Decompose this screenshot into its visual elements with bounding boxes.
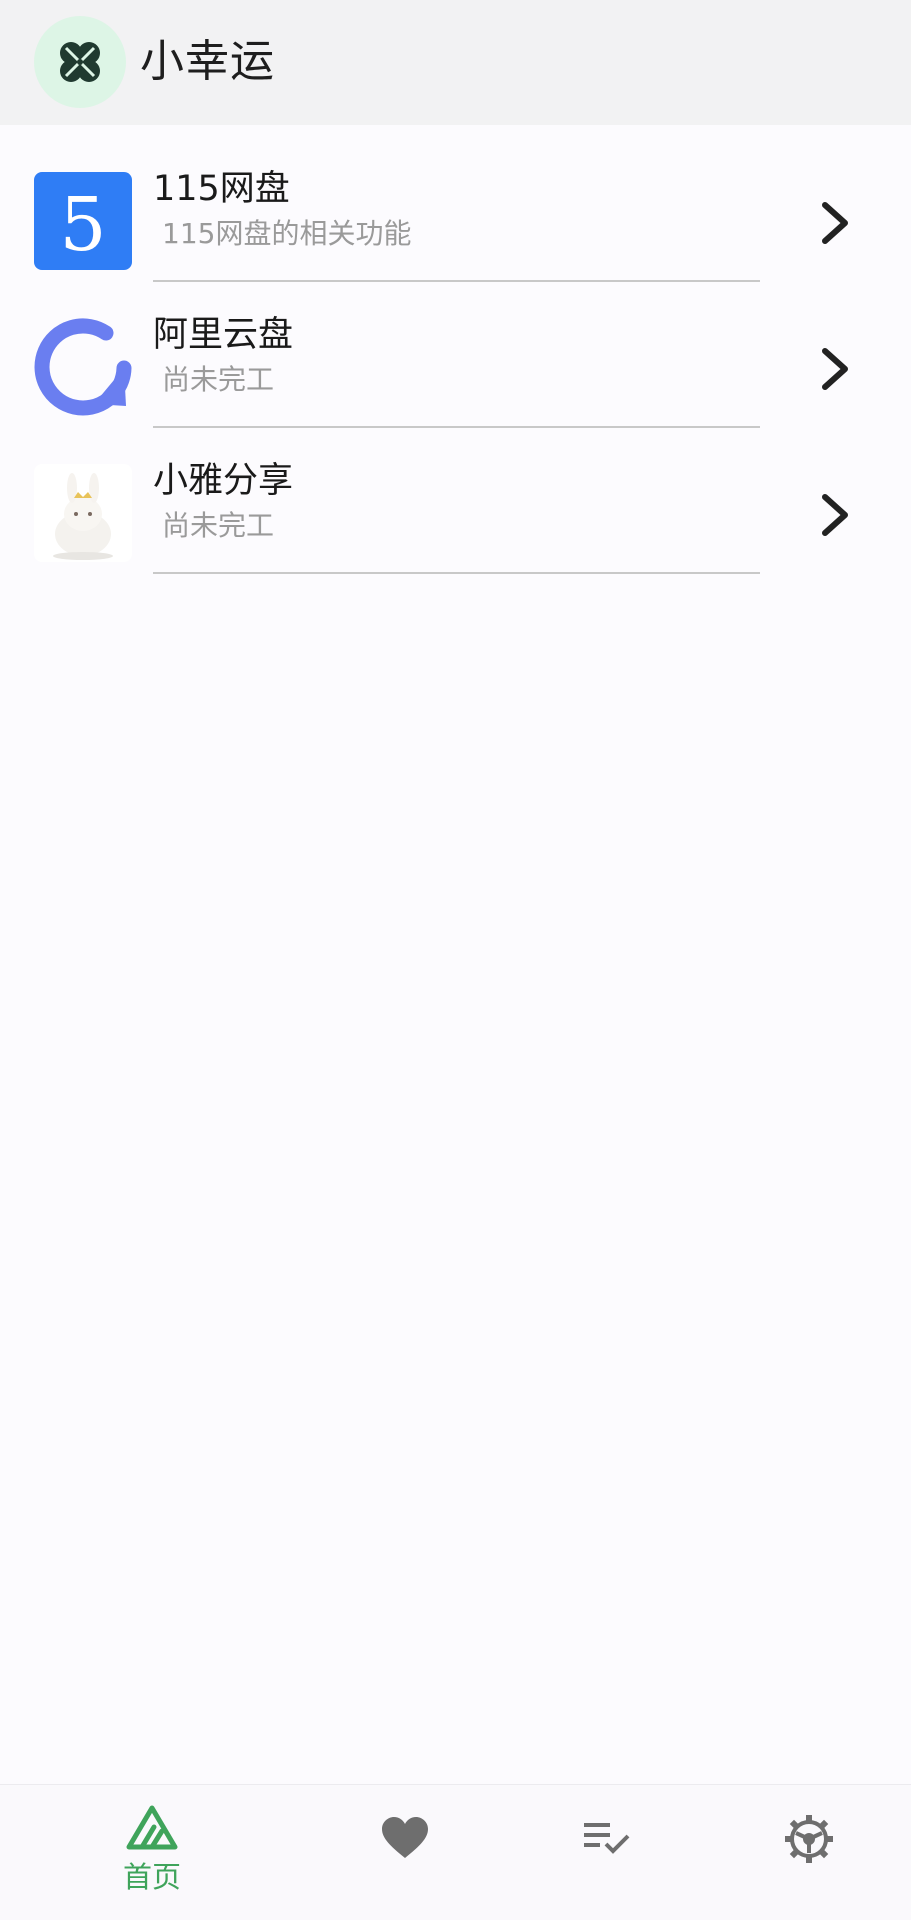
list-item-xiaoya[interactable]: 小雅分享 尚未完工 bbox=[0, 417, 911, 574]
item-subtitle: 尚未完工 bbox=[162, 363, 275, 396]
svg-text:5: 5 bbox=[59, 182, 106, 268]
nav-tasks[interactable] bbox=[538, 1785, 678, 1920]
top-app-bar: 小幸运 bbox=[0, 0, 911, 125]
nav-settings[interactable] bbox=[739, 1785, 879, 1920]
item-title: 小雅分享 bbox=[153, 461, 294, 501]
item-subtitle: 115网盘的相关功能 bbox=[162, 217, 412, 250]
nav-favorites[interactable] bbox=[335, 1785, 475, 1920]
heart-icon bbox=[382, 1817, 428, 1858]
chevron-right-icon[interactable] bbox=[815, 345, 855, 393]
item-title: 115网盘 bbox=[153, 169, 290, 209]
app-title: 小幸运 bbox=[140, 36, 275, 87]
app-screen: 小幸运 5 115网盘 115网盘的相关功能 阿里云盘 尚未完工 小雅分享 尚未… bbox=[0, 0, 911, 1920]
four-leaf-clover-icon bbox=[60, 42, 100, 82]
list-item-aliyun[interactable]: 阿里云盘 尚未完工 bbox=[0, 271, 911, 428]
settings-gear-icon bbox=[785, 1815, 833, 1863]
item-title: 阿里云盘 bbox=[153, 315, 294, 355]
divider bbox=[153, 572, 760, 574]
bottom-navigation: 首页 bbox=[0, 1784, 911, 1920]
app-logo bbox=[34, 16, 126, 108]
chevron-right-icon[interactable] bbox=[815, 491, 855, 539]
item-subtitle: 尚未完工 bbox=[162, 509, 275, 542]
nav-home[interactable]: 首页 bbox=[82, 1785, 222, 1920]
nav-home-label: 首页 bbox=[122, 1860, 181, 1894]
checklist-icon bbox=[584, 1823, 630, 1854]
aliyun-drive-logo bbox=[34, 318, 132, 416]
chevron-right-icon[interactable] bbox=[815, 199, 855, 247]
115-cloud-logo: 5 bbox=[34, 172, 132, 270]
bunny-avatar bbox=[34, 464, 132, 562]
list-item-115[interactable]: 5 115网盘 115网盘的相关功能 bbox=[0, 125, 911, 282]
home-mountain-icon bbox=[126, 1805, 178, 1850]
